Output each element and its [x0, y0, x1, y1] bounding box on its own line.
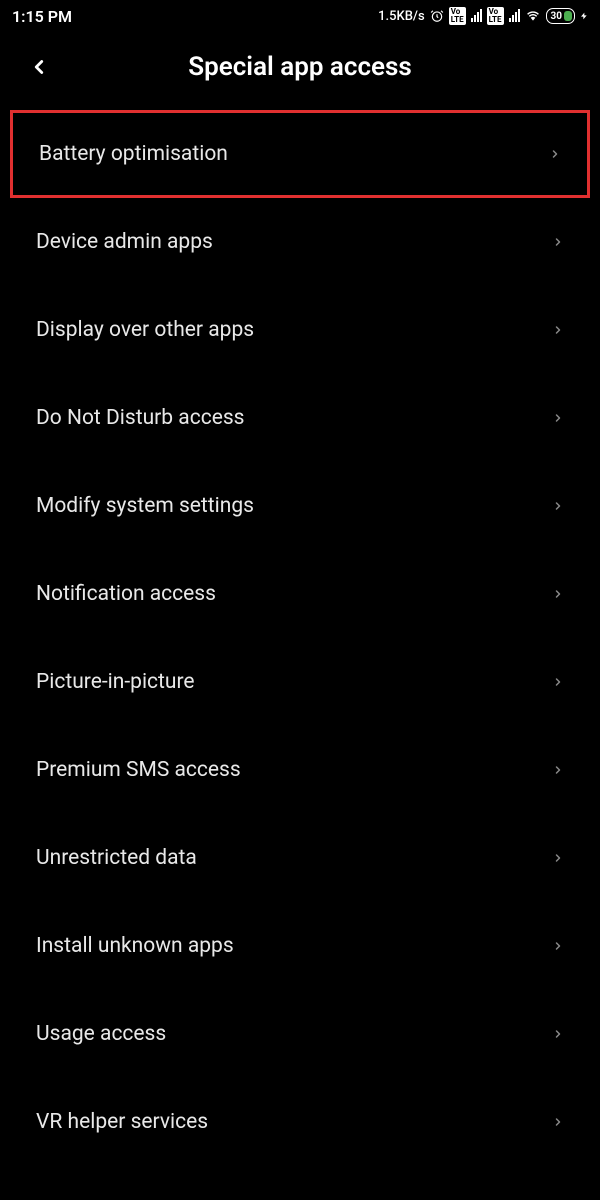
menu-item-vr-helper-services[interactable]: VR helper services: [0, 1078, 600, 1166]
chevron-right-icon: [552, 937, 564, 955]
menu-item-premium-sms-access[interactable]: Premium SMS access: [0, 726, 600, 814]
data-speed: 1.5KB/s: [378, 9, 425, 24]
menu-item-label: Battery optimisation: [39, 142, 228, 166]
menu-item-label: Premium SMS access: [36, 758, 241, 782]
menu-item-unrestricted-data[interactable]: Unrestricted data: [0, 814, 600, 902]
chevron-right-icon: [552, 849, 564, 867]
charging-icon: [580, 9, 588, 23]
menu-item-label: Display over other apps: [36, 318, 254, 342]
menu-item-usage-access[interactable]: Usage access: [0, 990, 600, 1078]
status-bar: 1:15 PM 1.5KB/s VoLTE VoLTE 30: [0, 0, 600, 32]
menu-item-device-admin-apps[interactable]: Device admin apps: [0, 198, 600, 286]
volte-icon-2: VoLTE: [487, 7, 504, 25]
status-time: 1:15 PM: [12, 7, 72, 26]
chevron-right-icon: [552, 409, 564, 427]
battery-percent: 30: [551, 11, 562, 22]
chevron-right-icon: [552, 321, 564, 339]
menu-list: Battery optimisation Device admin apps D…: [0, 110, 600, 1166]
chevron-right-icon: [552, 761, 564, 779]
menu-item-modify-system-settings[interactable]: Modify system settings: [0, 462, 600, 550]
menu-item-label: Unrestricted data: [36, 846, 197, 870]
volte-icon-1: VoLTE: [449, 7, 466, 25]
chevron-right-icon: [552, 585, 564, 603]
page-title: Special app access: [24, 52, 576, 82]
page-header: Special app access: [0, 32, 600, 110]
wifi-icon: [525, 9, 541, 23]
chevron-right-icon: [552, 233, 564, 251]
menu-item-label: Device admin apps: [36, 230, 213, 254]
menu-item-label: VR helper services: [36, 1110, 208, 1134]
menu-item-notification-access[interactable]: Notification access: [0, 550, 600, 638]
menu-item-install-unknown-apps[interactable]: Install unknown apps: [0, 902, 600, 990]
chevron-right-icon: [552, 497, 564, 515]
status-indicators: 1.5KB/s VoLTE VoLTE 30: [378, 7, 588, 25]
chevron-right-icon: [552, 673, 564, 691]
menu-item-label: Picture-in-picture: [36, 670, 195, 694]
alarm-icon: [430, 9, 444, 23]
menu-item-label: Do Not Disturb access: [36, 406, 245, 430]
menu-item-label: Notification access: [36, 582, 216, 606]
chevron-right-icon: [549, 145, 561, 163]
menu-item-display-over-other-apps[interactable]: Display over other apps: [0, 286, 600, 374]
menu-item-battery-optimisation[interactable]: Battery optimisation: [10, 110, 590, 198]
menu-item-label: Install unknown apps: [36, 934, 234, 958]
battery-indicator: 30: [546, 8, 575, 24]
chevron-right-icon: [552, 1113, 564, 1131]
menu-item-label: Modify system settings: [36, 494, 254, 518]
signal-icon-1: [471, 10, 482, 22]
chevron-right-icon: [552, 1025, 564, 1043]
menu-item-label: Usage access: [36, 1022, 166, 1046]
menu-item-picture-in-picture[interactable]: Picture-in-picture: [0, 638, 600, 726]
back-button[interactable]: [28, 56, 50, 78]
signal-icon-2: [509, 10, 520, 22]
menu-item-do-not-disturb-access[interactable]: Do Not Disturb access: [0, 374, 600, 462]
